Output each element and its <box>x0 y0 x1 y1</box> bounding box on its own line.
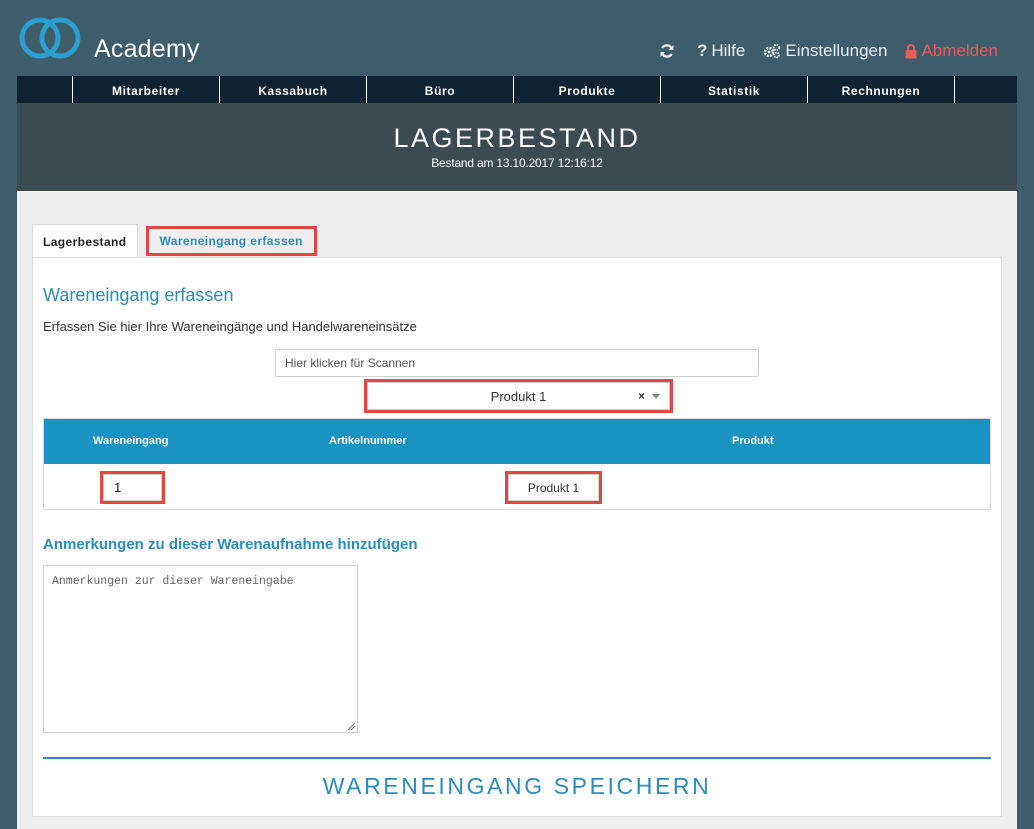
content-area: Lagerbestand Wareneingang erfassen Waren… <box>17 191 1017 829</box>
nav-item-buero[interactable]: Büro <box>367 76 514 103</box>
panel-heading: Wareneingang erfassen <box>43 285 234 305</box>
refresh-button[interactable] <box>659 43 679 59</box>
top-bar: Academy ? Hilfe Einstellungen Abmelden <box>0 0 1034 76</box>
dropdown-arrow-icon[interactable] <box>652 394 660 399</box>
clear-icon[interactable]: × <box>638 389 645 403</box>
nav-item-produkte[interactable]: Produkte <box>514 76 661 103</box>
tab-wareneingang-erfassen[interactable]: Wareneingang erfassen <box>145 226 317 256</box>
page-banner: LAGERBESTAND Bestand am 13.10.2017 12:16… <box>17 103 1017 191</box>
page-title: LAGERBESTAND <box>393 123 641 153</box>
column-header-wareneingang: Wareneingang <box>93 435 169 447</box>
product-select-value: Produkt 1 <box>490 388 547 404</box>
wareneingang-table: Wareneingang Artikelnummer Produkt 1 Pro… <box>43 418 991 510</box>
tab-bar: Lagerbestand Wareneingang erfassen <box>32 224 317 258</box>
nav-item-kassabuch[interactable]: Kassabuch <box>220 76 367 103</box>
column-header-artikelnummer: Artikelnummer <box>329 435 407 447</box>
main-navbar: Mitarbeiter Kassabuch Büro Produkte Stat… <box>17 76 1017 103</box>
page-subtitle: Bestand am 13.10.2017 12:16:12 <box>431 156 603 170</box>
logout-link[interactable]: Abmelden <box>905 41 998 61</box>
save-wareneingang-button[interactable]: WARENEINGANG SPEICHERN <box>43 768 991 804</box>
app-title: Academy <box>94 35 200 63</box>
logo-icon <box>19 17 81 59</box>
table-header: Wareneingang Artikelnummer Produkt <box>44 419 990 464</box>
save-divider <box>43 757 991 759</box>
settings-label: Einstellungen <box>785 41 888 60</box>
top-actions: ? Hilfe Einstellungen Abmelden <box>641 41 998 61</box>
panel-description: Erfassen Sie hier Ihre Wareneingänge und… <box>43 319 417 334</box>
nav-item-mitarbeiter[interactable]: Mitarbeiter <box>73 76 220 103</box>
tab-lagerbestand[interactable]: Lagerbestand <box>32 224 138 258</box>
resize-grip-icon[interactable] <box>347 722 355 730</box>
help-link[interactable]: ? Hilfe <box>697 41 745 61</box>
question-icon: ? <box>696 41 708 60</box>
nav-item-statistik[interactable]: Statistik <box>661 76 808 103</box>
lock-icon <box>905 43 917 59</box>
settings-link[interactable]: Einstellungen <box>763 41 887 61</box>
scan-input[interactable]: Hier klicken für Scannen <box>275 349 759 377</box>
gears-icon <box>763 43 781 59</box>
wareneingang-panel: Wareneingang erfassen Erfassen Sie hier … <box>32 257 1002 817</box>
refresh-icon <box>659 43 675 59</box>
notes-placeholder: Anmerkungen zur dieser Wareneingabe <box>52 575 294 588</box>
notes-textarea[interactable]: Anmerkungen zur dieser Wareneingabe <box>43 565 358 733</box>
nav-item-rechnungen[interactable]: Rechnungen <box>808 76 955 103</box>
logout-label: Abmelden <box>921 41 998 60</box>
help-label: Hilfe <box>711 41 746 60</box>
nav-spacer <box>17 76 73 103</box>
table-row: 1 Produkt 1 <box>44 464 990 509</box>
row-product-label[interactable]: Produkt 1 <box>505 471 602 504</box>
product-select[interactable]: Produkt 1 × <box>364 379 673 413</box>
notes-heading: Anmerkungen zu dieser Warenaufnahme hinz… <box>43 536 418 553</box>
column-header-produkt: Produkt <box>732 435 774 447</box>
wareneingang-quantity-input[interactable]: 1 <box>100 471 165 504</box>
